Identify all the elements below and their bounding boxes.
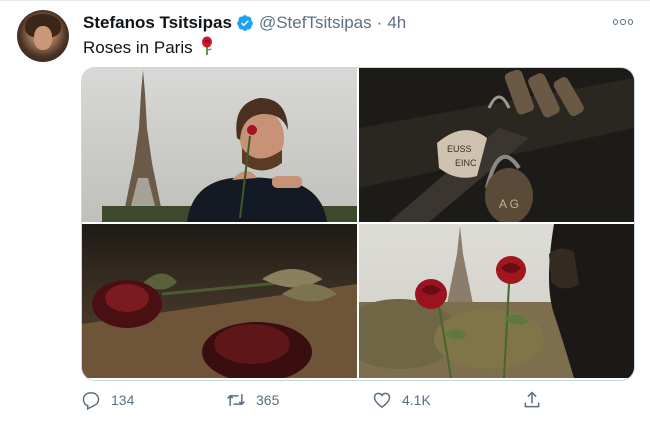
heart-icon	[373, 392, 391, 408]
svg-text:EINC: EINC	[455, 158, 477, 168]
media-photo-4[interactable]	[359, 224, 634, 378]
timestamp[interactable]: 4h	[387, 13, 406, 33]
svg-text:EUSS: EUSS	[447, 144, 472, 154]
author-name[interactable]: Stefanos Tsitsipas	[83, 13, 232, 33]
share-button[interactable]	[522, 390, 552, 410]
reply-icon	[82, 392, 100, 410]
top-divider	[0, 0, 650, 1]
photo-rose-eiffel	[359, 224, 634, 378]
retweet-count: 365	[256, 392, 280, 408]
more-options-icon[interactable]	[612, 12, 634, 32]
more-dot	[613, 19, 619, 25]
more-dot	[620, 19, 626, 25]
rose-emoji-icon	[202, 36, 213, 55]
reply-count: 134	[111, 392, 135, 408]
media-photo-2[interactable]: EUSS EINC A G	[359, 68, 634, 222]
retweet-icon	[227, 394, 245, 406]
tweet-header: Stefanos Tsitsipas @StefTsitsipas · 4h	[83, 13, 406, 33]
tweet-text-content: Roses in Paris	[83, 38, 193, 57]
photo-roses-ground	[82, 224, 357, 378]
media-grid: EUSS EINC A G	[81, 67, 635, 381]
photo-man-eiffel	[82, 68, 357, 222]
like-count: 4.1K	[402, 392, 431, 408]
author-handle[interactable]: @StefTsitsipas	[259, 13, 372, 33]
avatar-face	[34, 26, 52, 50]
share-icon	[524, 391, 540, 408]
separator-dot: ·	[376, 13, 383, 32]
media-photo-1[interactable]	[82, 68, 357, 222]
like-button[interactable]: 4.1K	[372, 390, 431, 410]
retweet-button[interactable]: 365	[226, 390, 279, 410]
verified-badge-icon	[237, 15, 253, 31]
more-dot	[627, 19, 633, 25]
svg-text:A G: A G	[499, 197, 519, 211]
tweet-text: Roses in Paris	[83, 36, 214, 58]
avatar[interactable]	[17, 10, 69, 62]
reply-button[interactable]: 134	[81, 390, 134, 410]
photo-love-locks: EUSS EINC A G	[359, 68, 634, 222]
tweet-actions: 134 365 4.1K	[81, 390, 551, 414]
media-photo-3[interactable]	[82, 224, 357, 378]
